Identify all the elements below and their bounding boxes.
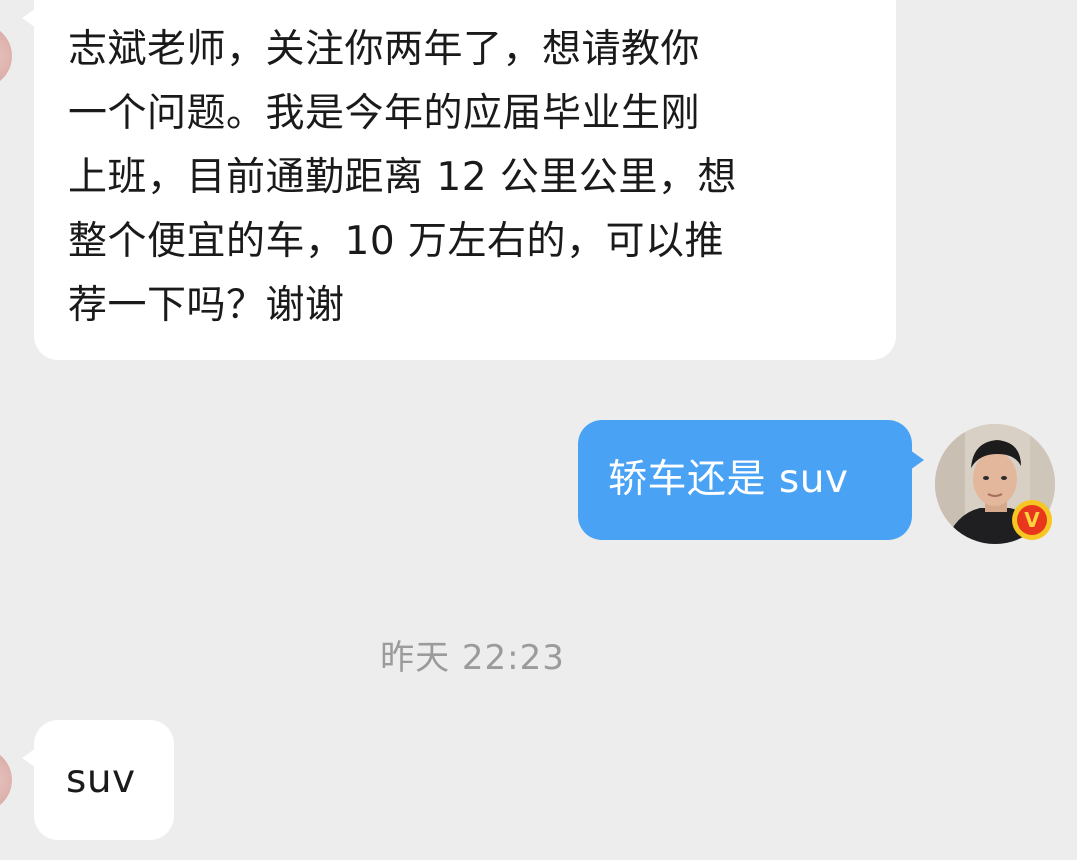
chat-screen: 志斌老师，关注你两年了，想请教你 一个问题。我是今年的应届毕业生刚 上班，目前通…	[0, 0, 1077, 860]
message-text-line: 整个便宜的车，10 万左右的，可以推	[68, 219, 725, 264]
message-text: suv	[66, 757, 136, 802]
message-text-line: 志斌老师，关注你两年了，想请教你	[68, 27, 701, 72]
message-timestamp: 昨天 22:23	[380, 638, 565, 678]
outgoing-message-bubble[interactable]: 轿车还是 suv	[578, 420, 924, 540]
message-text-line: 一个问题。我是今年的应届毕业生刚	[68, 91, 701, 136]
incoming-message-bubble[interactable]: suv	[22, 720, 174, 840]
message-text: 轿车还是 suv	[608, 457, 849, 502]
incoming-message-bubble[interactable]: 志斌老师，关注你两年了，想请教你 一个问题。我是今年的应届毕业生刚 上班，目前通…	[22, 0, 896, 360]
sender-avatar[interactable]	[0, 24, 12, 88]
verified-v-icon: V	[1017, 505, 1047, 535]
sender-avatar[interactable]	[0, 748, 12, 812]
message-text-line: 上班，目前通勤距离 12 公里公里，想	[68, 155, 737, 200]
verified-badge-icon: V	[1012, 500, 1052, 540]
bubble-tail	[22, 748, 36, 768]
bubble-tail	[22, 8, 36, 28]
bubble-tail	[910, 450, 924, 470]
message-text-line: 荐一下吗？谢谢	[68, 283, 345, 328]
